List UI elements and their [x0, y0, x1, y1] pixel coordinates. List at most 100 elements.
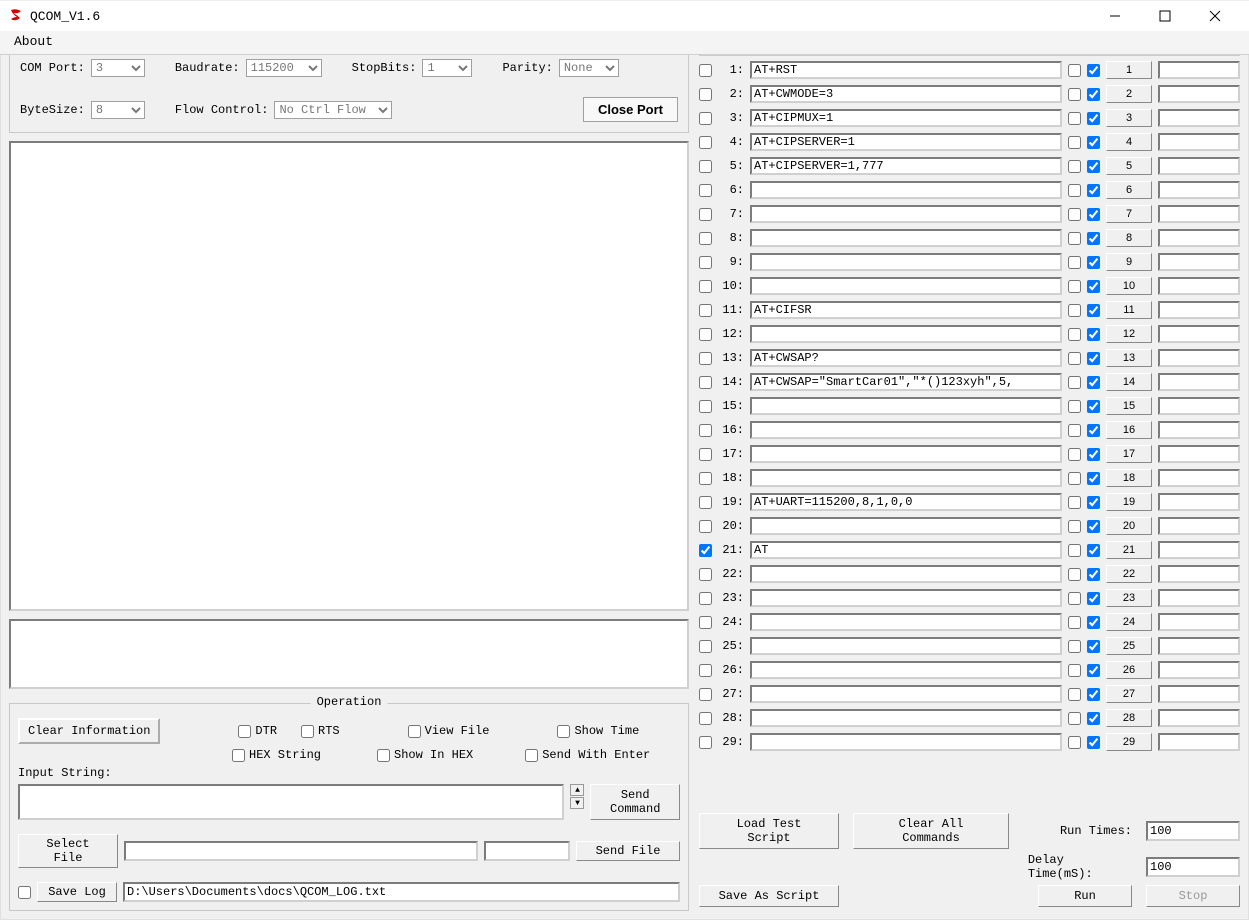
row-select-checkbox[interactable]: [699, 592, 712, 605]
send-command-button[interactable]: Send Command: [590, 784, 680, 820]
row-opt2-checkbox[interactable]: [1087, 88, 1100, 101]
row-select-checkbox[interactable]: [699, 232, 712, 245]
command-text-field[interactable]: [750, 613, 1062, 631]
command-text-field[interactable]: [750, 109, 1062, 127]
row-delay-field[interactable]: [1158, 493, 1240, 511]
row-delay-field[interactable]: [1158, 445, 1240, 463]
row-send-button[interactable]: 8: [1106, 229, 1152, 247]
row-opt1-checkbox[interactable]: [1068, 592, 1081, 605]
row-select-checkbox[interactable]: [699, 568, 712, 581]
row-select-checkbox[interactable]: [699, 688, 712, 701]
terminal-output[interactable]: [9, 141, 689, 611]
row-send-button[interactable]: 9: [1106, 253, 1152, 271]
command-text-field[interactable]: [750, 181, 1062, 199]
row-opt1-checkbox[interactable]: [1068, 640, 1081, 653]
input-spinner[interactable]: ▲ ▼: [570, 784, 584, 820]
row-opt2-checkbox[interactable]: [1087, 592, 1100, 605]
row-opt2-checkbox[interactable]: [1087, 328, 1100, 341]
row-send-button[interactable]: 1: [1106, 61, 1152, 79]
command-text-field[interactable]: [750, 469, 1062, 487]
row-opt2-checkbox[interactable]: [1087, 568, 1100, 581]
rts-checkbox[interactable]: RTS: [301, 724, 340, 738]
row-send-button[interactable]: 27: [1106, 685, 1152, 703]
command-text-field[interactable]: [750, 661, 1062, 679]
row-send-button[interactable]: 12: [1106, 325, 1152, 343]
send-with-enter-checkbox[interactable]: Send With Enter: [525, 748, 650, 762]
row-send-button[interactable]: 25: [1106, 637, 1152, 655]
flowcontrol-select[interactable]: No Ctrl Flow: [274, 101, 392, 119]
row-opt2-checkbox[interactable]: [1087, 640, 1100, 653]
row-opt1-checkbox[interactable]: [1068, 616, 1081, 629]
row-opt1-checkbox[interactable]: [1068, 688, 1081, 701]
row-opt2-checkbox[interactable]: [1087, 208, 1100, 221]
save-log-button[interactable]: Save Log: [37, 882, 117, 902]
row-delay-field[interactable]: [1158, 181, 1240, 199]
row-opt2-checkbox[interactable]: [1087, 304, 1100, 317]
row-opt2-checkbox[interactable]: [1087, 520, 1100, 533]
row-select-checkbox[interactable]: [699, 520, 712, 533]
row-opt1-checkbox[interactable]: [1068, 208, 1081, 221]
row-send-button[interactable]: 11: [1106, 301, 1152, 319]
row-opt1-checkbox[interactable]: [1068, 232, 1081, 245]
row-select-checkbox[interactable]: [699, 88, 712, 101]
send-file-button[interactable]: Send File: [576, 841, 680, 861]
row-delay-field[interactable]: [1158, 277, 1240, 295]
row-opt1-checkbox[interactable]: [1068, 352, 1081, 365]
row-opt2-checkbox[interactable]: [1087, 664, 1100, 677]
minimize-button[interactable]: [1099, 4, 1131, 28]
row-send-button[interactable]: 3: [1106, 109, 1152, 127]
close-button[interactable]: [1199, 4, 1231, 28]
input-string-field[interactable]: [18, 784, 564, 820]
command-text-field[interactable]: [750, 277, 1062, 295]
row-send-button[interactable]: 28: [1106, 709, 1152, 727]
row-select-checkbox[interactable]: [699, 664, 712, 677]
row-select-checkbox[interactable]: [699, 112, 712, 125]
row-select-checkbox[interactable]: [699, 544, 712, 557]
row-send-button[interactable]: 6: [1106, 181, 1152, 199]
row-delay-field[interactable]: [1158, 325, 1240, 343]
row-opt1-checkbox[interactable]: [1068, 280, 1081, 293]
row-select-checkbox[interactable]: [699, 64, 712, 77]
row-delay-field[interactable]: [1158, 709, 1240, 727]
row-delay-field[interactable]: [1158, 301, 1240, 319]
spinner-down-icon[interactable]: ▼: [570, 797, 584, 809]
command-text-field[interactable]: [750, 541, 1062, 559]
command-text-field[interactable]: [750, 685, 1062, 703]
show-in-hex-checkbox[interactable]: Show In HEX: [377, 748, 473, 762]
row-opt2-checkbox[interactable]: [1087, 280, 1100, 293]
row-select-checkbox[interactable]: [699, 280, 712, 293]
row-delay-field[interactable]: [1158, 637, 1240, 655]
row-opt2-checkbox[interactable]: [1087, 160, 1100, 173]
row-select-checkbox[interactable]: [699, 136, 712, 149]
clear-information-button[interactable]: Clear Information: [18, 718, 160, 744]
row-delay-field[interactable]: [1158, 349, 1240, 367]
row-send-button[interactable]: 14: [1106, 373, 1152, 391]
row-select-checkbox[interactable]: [699, 736, 712, 749]
row-opt2-checkbox[interactable]: [1087, 64, 1100, 77]
row-opt1-checkbox[interactable]: [1068, 568, 1081, 581]
row-opt1-checkbox[interactable]: [1068, 424, 1081, 437]
command-text-field[interactable]: [750, 589, 1062, 607]
row-opt1-checkbox[interactable]: [1068, 496, 1081, 509]
row-delay-field[interactable]: [1158, 685, 1240, 703]
row-select-checkbox[interactable]: [699, 304, 712, 317]
row-opt1-checkbox[interactable]: [1068, 64, 1081, 77]
row-opt1-checkbox[interactable]: [1068, 400, 1081, 413]
command-text-field[interactable]: [750, 637, 1062, 655]
command-text-field[interactable]: [750, 61, 1062, 79]
row-opt2-checkbox[interactable]: [1087, 496, 1100, 509]
log-path-field[interactable]: [123, 882, 680, 902]
command-text-field[interactable]: [750, 253, 1062, 271]
row-send-button[interactable]: 17: [1106, 445, 1152, 463]
command-text-field[interactable]: [750, 397, 1062, 415]
row-opt1-checkbox[interactable]: [1068, 664, 1081, 677]
stop-button[interactable]: Stop: [1146, 885, 1240, 907]
row-opt2-checkbox[interactable]: [1087, 400, 1100, 413]
load-test-script-button[interactable]: Load Test Script: [699, 813, 839, 849]
maximize-button[interactable]: [1149, 4, 1181, 28]
row-opt2-checkbox[interactable]: [1087, 712, 1100, 725]
hex-string-checkbox[interactable]: HEX String: [232, 748, 321, 762]
command-text-field[interactable]: [750, 349, 1062, 367]
close-port-button[interactable]: Close Port: [583, 97, 678, 122]
row-select-checkbox[interactable]: [699, 448, 712, 461]
